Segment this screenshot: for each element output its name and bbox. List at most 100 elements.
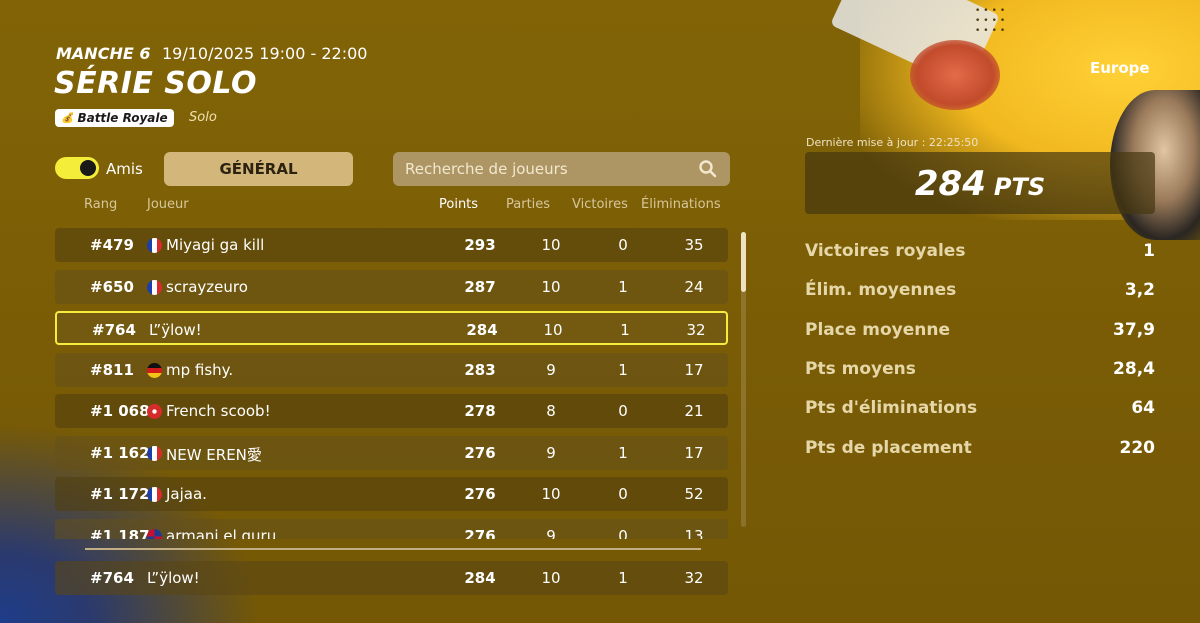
tab-general[interactable]: GÉNÉRAL (164, 152, 353, 186)
total-points-box: 284 PTS (805, 152, 1155, 214)
matches-cell: 8 (546, 402, 556, 420)
leaderboard-row[interactable]: #1 162 NEW EREN愛 276 9 1 17 (55, 435, 728, 470)
total-points-unit: PTS (993, 173, 1046, 201)
flag-de-icon (147, 362, 162, 378)
player-name: mp fishy. (166, 360, 234, 379)
leaderboard-row[interactable]: #811 mp fishy. 283 9 1 17 (55, 352, 728, 387)
flag-gb-icon (147, 528, 162, 539)
search-icon[interactable] (698, 159, 718, 179)
elims-cell: 32 (686, 321, 706, 339)
points-cell: 284 (466, 321, 498, 339)
matches-cell: 10 (541, 236, 561, 254)
matches-cell: 10 (543, 321, 563, 339)
points-cell: 276 (464, 443, 496, 462)
stat-value: 220 (1119, 437, 1156, 458)
matches-cell: 10 (541, 569, 561, 587)
wins-cell: 1 (618, 443, 628, 462)
points-cell: 287 (464, 277, 496, 296)
elims-cell: 17 (684, 360, 704, 379)
stat-row: Pts d'éliminations 64 (805, 398, 1155, 422)
stat-row: Pts de placement 220 (805, 438, 1155, 462)
leaderboard-row[interactable]: #1 172 Jajaa. 276 10 0 52 (55, 477, 728, 511)
rank-cell: #650 (90, 277, 134, 296)
mode-badge: 💰 Battle Royale (55, 109, 174, 127)
stat-label: Pts d'éliminations (805, 398, 978, 419)
stat-label: Élim. moyennes (805, 280, 957, 301)
player-name: Miyagi ga kill (166, 236, 265, 254)
divider (85, 548, 701, 550)
wins-cell: 1 (618, 360, 628, 379)
matches-cell: 10 (541, 277, 561, 296)
stat-label: Pts de placement (805, 437, 972, 458)
wins-cell: 1 (620, 321, 630, 339)
my-rank-row[interactable]: #764 L”ÿlow! 284 10 1 32 (55, 561, 728, 595)
stat-label: Place moyenne (805, 319, 951, 340)
elims-cell: 35 (684, 236, 704, 254)
points-cell: 293 (464, 236, 496, 254)
stat-value: 64 (1131, 398, 1155, 419)
toggle-knob (80, 160, 96, 176)
column-header-wins[interactable]: Victoires (572, 197, 628, 212)
rank-cell: #479 (90, 236, 134, 254)
moneybag-icon: 💰 (61, 112, 74, 124)
round-label: MANCHE 6 (56, 44, 151, 63)
stat-row: Élim. moyennes 3,2 (805, 280, 1155, 304)
leaderboard-row[interactable]: #1 187 armani el guru 276 9 0 13 (55, 518, 728, 540)
friends-toggle[interactable] (55, 157, 99, 179)
player-name: L”ÿlow! (149, 321, 202, 339)
points-cell: 278 (464, 402, 496, 420)
flag-fr-icon (147, 445, 162, 461)
stat-value: 3,2 (1124, 280, 1155, 301)
column-header-elims[interactable]: Éliminations (641, 197, 721, 212)
scrollbar-thumb[interactable] (741, 232, 746, 292)
stat-value: 37,9 (1113, 319, 1155, 340)
stat-label: Pts moyens (805, 358, 916, 379)
player-name: armani el guru (166, 526, 277, 540)
points-cell: 284 (464, 569, 496, 587)
points-cell: 283 (464, 360, 496, 379)
wins-cell: 1 (618, 277, 628, 296)
rank-cell: #1 162 (90, 443, 150, 462)
wins-cell: 0 (618, 402, 628, 420)
page-title: SÉRIE SOLO (54, 66, 257, 101)
elims-cell: 21 (684, 402, 704, 420)
total-points-value: 284 (914, 164, 986, 204)
elims-cell: 32 (684, 569, 704, 587)
leaderboard-row[interactable]: #1 068 French scoob! 278 8 0 21 (55, 394, 728, 428)
stat-row: Pts moyens 28,4 (805, 359, 1155, 383)
rank-cell: #1 172 (90, 485, 150, 503)
wins-cell: 0 (618, 236, 628, 254)
wins-cell: 0 (618, 485, 628, 503)
points-cell: 276 (464, 485, 496, 503)
player-name: NEW EREN愛 (166, 445, 262, 464)
leaderboard-list[interactable]: #479 Miyagi ga kill 293 10 0 35 #650 scrayzeuro… (55, 228, 730, 539)
stat-value: 28,4 (1113, 358, 1155, 379)
flag-fr-icon (147, 279, 162, 295)
column-header-points[interactable]: Points (439, 197, 478, 212)
wins-cell: 1 (618, 569, 628, 587)
stat-row: Victoires royales 1 (805, 241, 1155, 265)
elims-cell: 24 (684, 277, 704, 296)
leaderboard-row[interactable]: #479 Miyagi ga kill 293 10 0 35 (55, 228, 728, 262)
rank-cell: #764 (90, 569, 134, 587)
player-name: Jajaa. (166, 485, 207, 503)
player-name: L”ÿlow! (147, 569, 200, 587)
region-label: Europe (1090, 59, 1150, 77)
flag-fr-icon (147, 238, 162, 253)
last-updated: Dernière mise à jour : 22:25:50 (806, 136, 979, 149)
elims-cell: 13 (684, 526, 704, 540)
leaderboard-row[interactable]: #650 scrayzeuro 287 10 1 24 (55, 269, 728, 304)
stat-label: Victoires royales (805, 241, 966, 261)
matches-cell: 9 (546, 360, 556, 379)
player-search[interactable] (393, 152, 730, 186)
round-dates: 19/10/2025 19:00 - 22:00 (162, 44, 368, 63)
rank-cell: #764 (92, 321, 136, 339)
leaderboard-row-current-player[interactable]: #764 L”ÿlow! 284 10 1 32 (55, 311, 728, 345)
friends-toggle-label: Amis (106, 160, 143, 178)
column-header-matches[interactable]: Parties (506, 197, 550, 212)
wins-cell: 0 (618, 526, 628, 540)
stat-row: Place moyenne 37,9 (805, 320, 1155, 344)
search-input[interactable] (405, 160, 698, 178)
matches-cell: 9 (546, 526, 556, 540)
stat-value: 1 (1143, 241, 1155, 261)
